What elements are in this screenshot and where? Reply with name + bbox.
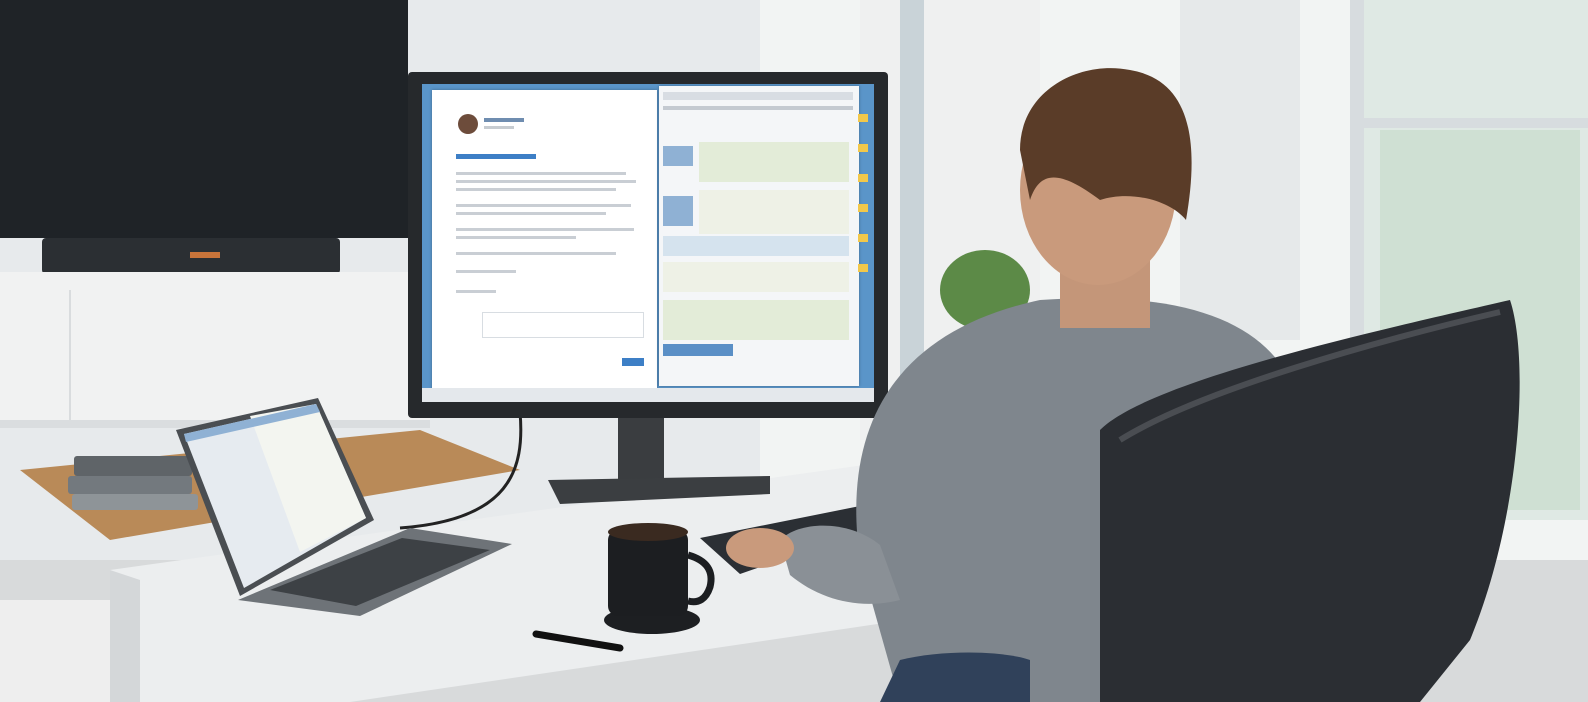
soundbar-light xyxy=(190,252,220,258)
folder-icon[interactable] xyxy=(858,114,868,122)
sender-name-line xyxy=(484,118,524,122)
book-1 xyxy=(74,456,192,476)
email-subject-line xyxy=(456,154,536,159)
send-button[interactable] xyxy=(622,358,644,366)
email-body-line xyxy=(456,290,496,293)
person-jeans xyxy=(880,652,1030,702)
email-body-line xyxy=(456,180,636,183)
email-body-line xyxy=(456,212,606,215)
email-body-line xyxy=(456,236,576,239)
reply-box[interactable] xyxy=(482,312,644,338)
email-body-line xyxy=(456,172,626,175)
person-hand xyxy=(726,528,794,568)
window-mullion xyxy=(1360,118,1588,128)
folder-icon[interactable] xyxy=(858,204,868,212)
taskbar xyxy=(422,388,874,402)
email-body-line xyxy=(456,204,631,207)
book-2 xyxy=(68,476,192,494)
email-body-line xyxy=(456,270,516,273)
sender-avatar xyxy=(458,114,478,134)
coffee-mug xyxy=(608,530,688,616)
folder-icon[interactable] xyxy=(858,174,868,182)
folder-icon[interactable] xyxy=(858,264,868,272)
media-console xyxy=(0,272,430,422)
office-scene xyxy=(0,0,1588,702)
email-window xyxy=(432,90,657,390)
monitor-screen xyxy=(422,84,874,402)
sender-meta-line xyxy=(484,126,514,129)
spreadsheet-window xyxy=(659,86,859,386)
folder-icon[interactable] xyxy=(858,144,868,152)
tv xyxy=(0,0,408,238)
curtain-right xyxy=(1180,0,1300,340)
email-body-line xyxy=(456,252,616,255)
book-3 xyxy=(72,494,198,510)
email-body-line xyxy=(456,188,616,191)
folder-icon[interactable] xyxy=(858,234,868,242)
email-body-line xyxy=(456,228,634,231)
